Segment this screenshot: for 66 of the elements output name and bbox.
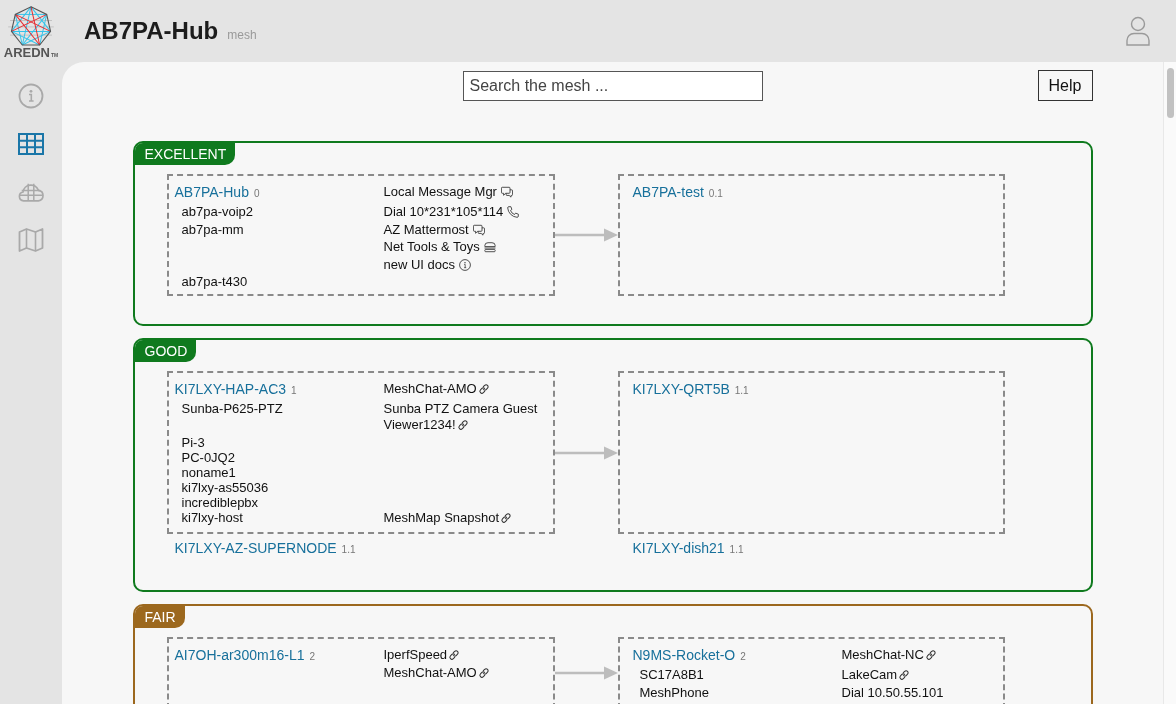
help-button[interactable]: Help [1037, 70, 1093, 101]
group-label: GOOD [134, 340, 197, 362]
host-name: ki7lxy-host [180, 509, 243, 525]
link-icon [898, 669, 911, 681]
chat-icon [472, 223, 485, 236]
search-field[interactable]: Search the mesh ... [462, 70, 763, 101]
host-name: ab7pa-voip2 [180, 204, 254, 219]
node-title: AB7PA-Hub [84, 16, 219, 45]
service-link[interactable]: LakeCam [841, 667, 911, 683]
host-name: incrediblepbx [180, 494, 259, 510]
node-link[interactable]: AB7PA-Hub [174, 184, 249, 200]
service-link[interactable]: IperfSpeed [383, 647, 461, 663]
link-icon [477, 666, 490, 679]
group-label: EXCELLENT [134, 143, 236, 165]
hop-count: 0.1 [708, 188, 723, 199]
host-name: ab7pa-t430 [180, 274, 248, 289]
page-subtitle: mesh [227, 27, 257, 42]
node-link[interactable]: KI7LXY-HAP-AC3 [174, 381, 287, 397]
hop-count: 1.1 [734, 385, 749, 396]
hop-count: 1.1 [729, 544, 744, 555]
service-link[interactable]: MeshChat-NC [841, 647, 937, 663]
service-link[interactable]: MeshChat-AMO [383, 664, 490, 681]
link-icon [924, 649, 937, 661]
node-link[interactable]: KI7LXY-QRT5B [632, 381, 730, 397]
node-link[interactable]: KI7LXY-AZ-SUPERNODE [174, 540, 337, 556]
hop-count: 2 [309, 651, 315, 662]
node-link[interactable]: AB7PA-test [632, 184, 704, 200]
link-icon [500, 511, 513, 524]
link-icon [448, 649, 461, 661]
group-label: FAIR [134, 606, 185, 628]
grid-icon[interactable] [18, 133, 44, 155]
phone-icon [507, 206, 520, 218]
service-link[interactable]: MeshMap Snapshot [383, 509, 513, 526]
service-link[interactable]: Local Message Mgr [383, 184, 513, 200]
hop-count: 1.1 [341, 544, 356, 555]
link-icon [456, 419, 469, 431]
map-icon[interactable] [18, 227, 44, 253]
host-name: MeshPhone [638, 684, 709, 700]
host-name: noname1 [180, 464, 236, 480]
host-name: PC-0JQ2 [180, 449, 235, 465]
node-link[interactable]: AI7OH-ar300m16-L1 [174, 647, 305, 663]
stack-icon [483, 241, 496, 253]
host-name: ki7lxy-as55036 [180, 479, 269, 495]
scrollbar-thumb[interactable] [1167, 68, 1174, 118]
host-name: SC17A8B1 [638, 667, 704, 682]
service-link[interactable]: new UI docs [383, 256, 472, 273]
host-name: Pi-3 [180, 434, 205, 450]
hop-count: 0 [253, 188, 260, 199]
info-icon [459, 258, 472, 271]
service-link[interactable]: Dial 10*231*105*114 [383, 204, 520, 220]
chat-icon [500, 186, 513, 198]
hop-count: 1 [291, 385, 297, 396]
service-link[interactable]: Sunba PTZ Camera Guest Viewer1234! [383, 401, 547, 433]
info-icon[interactable] [18, 83, 44, 109]
service-link[interactable]: Net Tools & Toys [383, 239, 496, 255]
host-name: Sunba-P625-PTZ [180, 401, 283, 416]
host-name: ab7pa-mm [180, 221, 244, 237]
link-icon [477, 383, 490, 395]
node-link[interactable]: KI7LXY-dish21 [632, 540, 725, 556]
heptagon-logo [6, 5, 56, 47]
service-link[interactable]: AZ Mattermost [383, 221, 485, 238]
hop-count: 2 [740, 651, 746, 662]
user-icon[interactable] [1126, 16, 1150, 46]
node-link[interactable]: N9MS-Rocket-O [632, 647, 736, 663]
service-link[interactable]: Dial 10.50.55.101 [841, 684, 944, 701]
service-link[interactable]: MeshChat-AMO [383, 381, 490, 397]
